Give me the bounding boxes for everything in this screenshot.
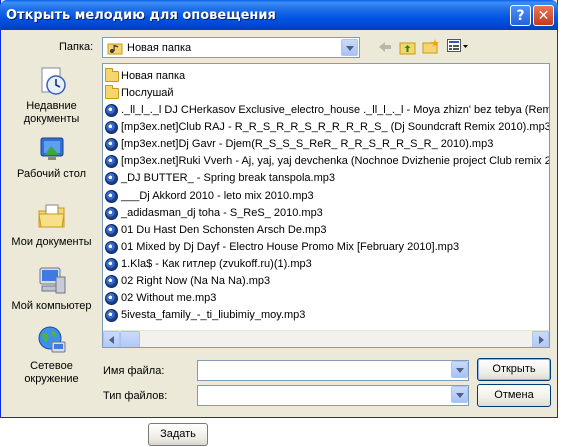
place-my-computer[interactable]: Мой компьютер xyxy=(7,265,96,313)
audio-file-icon xyxy=(105,119,121,136)
audio-file-icon xyxy=(105,239,121,256)
filetype-label: Тип файлов: xyxy=(103,390,168,402)
audio-file-icon xyxy=(105,102,121,119)
list-item[interactable]: 02 Right Now (Na Na Na).mp3 xyxy=(105,273,270,290)
list-item[interactable]: ._ll_l_._l DJ CHerkasov Exclusive_electr… xyxy=(105,102,549,119)
filetype-select[interactable] xyxy=(197,385,469,406)
scroll-thumb[interactable] xyxy=(120,331,140,347)
place-my-documents[interactable]: Мои документы xyxy=(7,201,96,249)
audio-file-icon xyxy=(105,205,121,222)
look-in-combo[interactable]: Новая папка xyxy=(102,37,360,58)
filename-input[interactable] xyxy=(197,360,469,381)
set-button[interactable]: Задать xyxy=(148,423,208,446)
list-item[interactable]: [mp3ex.net]Club RAJ - R_R_S_R_R_S_R_R_R_… xyxy=(105,119,549,136)
list-item[interactable]: Новая папка xyxy=(105,67,185,85)
look-in-value: Новая папка xyxy=(127,42,192,54)
place-recent-documents[interactable]: Недавние документы xyxy=(7,65,96,126)
open-sound-dialog: Открыть мелодию для оповещения ? ✕ Папка… xyxy=(0,0,558,418)
scroll-right-icon[interactable] xyxy=(532,331,549,347)
dialog-title: Открыть мелодию для оповещения xyxy=(6,8,276,23)
open-button[interactable]: Открыть xyxy=(477,358,551,381)
place-network[interactable]: Сетевое окружение xyxy=(7,325,96,386)
chevron-down-icon[interactable] xyxy=(451,386,468,403)
place-label: Рабочий стол xyxy=(16,168,87,180)
audio-file-icon xyxy=(105,188,121,205)
list-item[interactable]: [mp3ex.net]Dj Gavr - Djem(R_S_S_S_ReR_ R… xyxy=(105,136,493,153)
audio-file-icon xyxy=(105,222,121,239)
places-bar: Недавние документы Рабочий стол Мои доку… xyxy=(7,63,96,403)
my-computer-icon xyxy=(36,265,68,297)
place-label: Мои документы xyxy=(11,236,92,248)
chevron-down-icon[interactable] xyxy=(341,39,358,56)
place-desktop[interactable]: Рабочий стол xyxy=(7,133,96,181)
audio-file-icon xyxy=(105,307,121,324)
list-item[interactable]: 02 Without me.mp3 xyxy=(105,290,216,307)
close-button[interactable]: ✕ xyxy=(533,5,554,26)
audio-file-icon xyxy=(105,170,121,187)
back-icon[interactable] xyxy=(377,40,393,57)
up-folder-icon[interactable] xyxy=(399,39,417,58)
help-button[interactable]: ? xyxy=(510,5,531,26)
list-item[interactable]: [mp3ex.net]Ruki Vverh - Aj, yaj, yaj dev… xyxy=(105,153,549,170)
cancel-button[interactable]: Отмена xyxy=(477,384,551,407)
list-item[interactable]: _DJ BUTTER_ - Spring break tanspola.mp3 xyxy=(105,170,335,187)
audio-file-icon xyxy=(105,256,121,273)
view-menu-icon[interactable] xyxy=(447,39,469,56)
recent-documents-icon xyxy=(36,65,68,97)
chevron-down-icon[interactable] xyxy=(451,361,468,378)
desktop-icon xyxy=(36,133,68,165)
folder-icon xyxy=(105,84,121,102)
new-folder-icon[interactable] xyxy=(422,38,440,57)
my-documents-icon xyxy=(36,201,68,233)
horizontal-scrollbar[interactable] xyxy=(103,330,549,347)
look-in-label: Папка: xyxy=(59,41,94,53)
audio-file-icon xyxy=(105,136,121,153)
place-label: Сетевое окружение xyxy=(24,360,79,385)
title-bar[interactable]: Открыть мелодию для оповещения ? ✕ xyxy=(0,0,558,30)
list-item[interactable]: _adidasman_dj toha - S_ReS_ 2010.mp3 xyxy=(105,205,323,222)
music-folder-icon xyxy=(107,41,123,58)
audio-file-icon xyxy=(105,290,121,307)
place-label: Мой компьютер xyxy=(11,300,92,312)
filename-label: Имя файла: xyxy=(103,365,165,377)
list-item[interactable]: ___Dj Akkord 2010 - leto mix 2010.mp3 xyxy=(105,188,314,205)
folder-icon xyxy=(105,67,121,85)
list-item[interactable]: 1.Kla$ - Как гитлер (zvukoff.ru)(1).mp3 xyxy=(105,256,312,273)
filename-dropdown[interactable] xyxy=(448,360,469,381)
list-item[interactable]: 01 Du Hast Den Schonsten Arsch De.mp3 xyxy=(105,222,326,239)
file-list[interactable]: Новая папка Послушай ._ll_l_._l DJ CHerk… xyxy=(102,63,550,348)
scroll-left-icon[interactable] xyxy=(103,331,120,347)
audio-file-icon xyxy=(105,153,121,170)
list-item[interactable]: 5ivesta_family_-_ti_liubimiy_moy.mp3 xyxy=(105,307,305,324)
filetype-dropdown[interactable] xyxy=(448,385,469,406)
list-item[interactable]: Послушай xyxy=(105,84,174,102)
place-label: Недавние документы xyxy=(23,100,80,125)
list-item[interactable]: 01 Mixed by Dj Dayf - Electro House Prom… xyxy=(105,239,459,256)
network-icon xyxy=(36,325,68,357)
audio-file-icon xyxy=(105,273,121,290)
